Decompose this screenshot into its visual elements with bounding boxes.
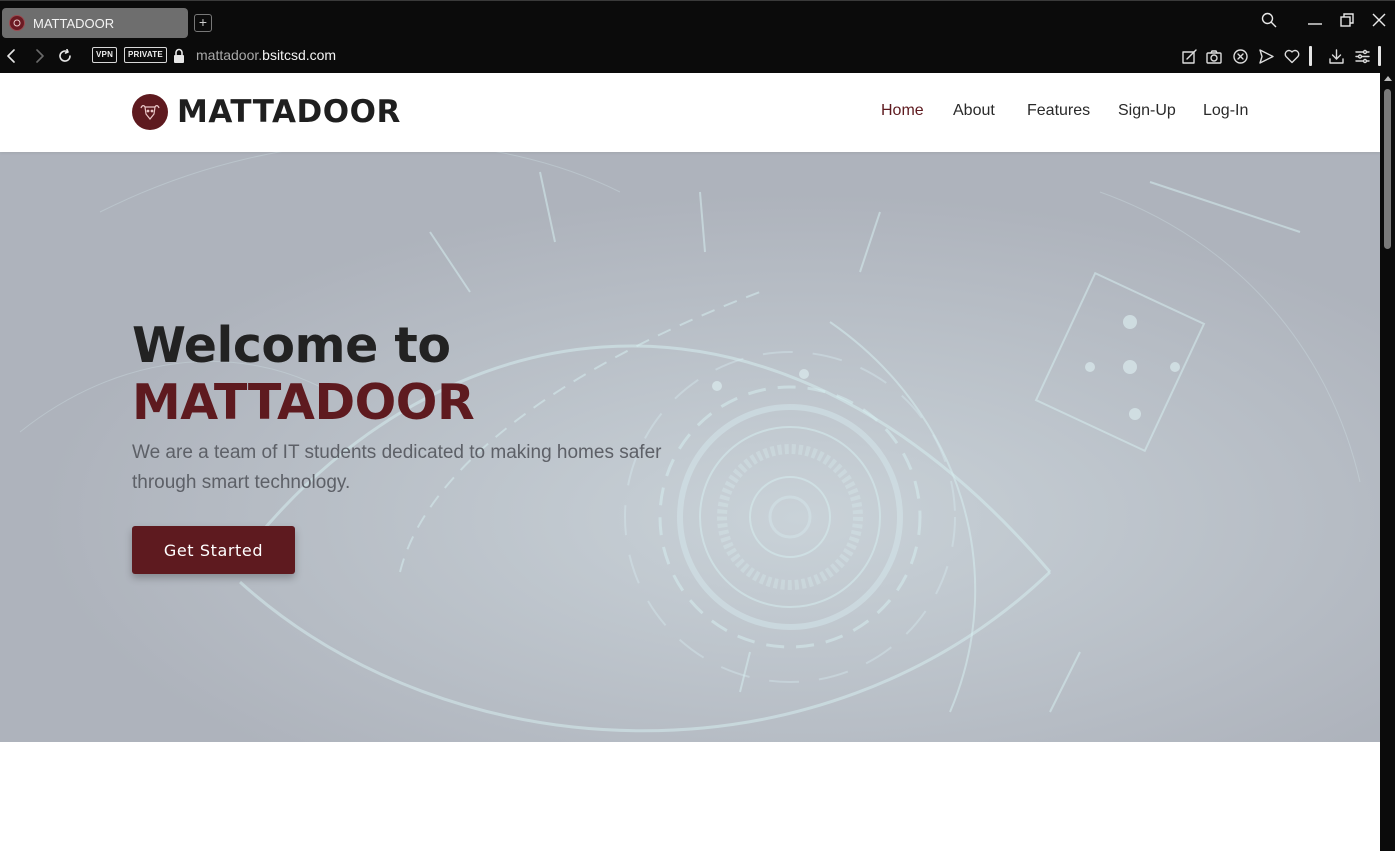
page-scrollbar[interactable] (1380, 73, 1395, 851)
easy-setup-icon[interactable] (1352, 46, 1372, 66)
browser-tab[interactable]: MATTADOOR (2, 8, 188, 38)
site-header: MATTADOOR Home About Features Sign-Up Lo… (0, 73, 1380, 152)
address-field[interactable]: mattadoor.bsitcsd.com (196, 47, 336, 63)
browser-toolbar: VPN PRIVATE mattadoor.bsitcsd.com (0, 40, 1395, 73)
logo-bull-icon[interactable] (132, 94, 168, 130)
search-icon[interactable] (1255, 7, 1283, 33)
url-prefix: mattadoor. (196, 47, 263, 63)
nav-sign-up[interactable]: Sign-Up (1118, 102, 1176, 120)
toolbar-divider (1309, 46, 1312, 66)
shield-block-icon[interactable] (1230, 46, 1250, 66)
reload-icon[interactable] (55, 46, 75, 66)
hero-title-line1: Welcome to (132, 317, 451, 374)
scrollbar-thumb[interactable] (1384, 89, 1391, 249)
get-started-button[interactable]: Get Started (132, 526, 295, 574)
site-favicon-icon (9, 15, 25, 31)
send-icon[interactable] (1256, 46, 1276, 66)
nav-log-in[interactable]: Log-In (1203, 102, 1248, 120)
download-icon[interactable] (1326, 46, 1346, 66)
nav-home[interactable]: Home (881, 102, 924, 120)
sidebar-toggle-bar[interactable] (1378, 46, 1381, 66)
lock-icon[interactable] (172, 48, 186, 64)
forward-arrow-icon[interactable] (29, 46, 49, 66)
url-domain: bsitcsd.com (262, 47, 337, 63)
browser-tab-strip: MATTADOOR + (0, 0, 1395, 40)
minimize-icon[interactable] (1301, 7, 1329, 33)
new-tab-button[interactable]: + (194, 14, 212, 32)
hero-section: Welcome to MATTADOOR We are a team of IT… (0, 152, 1380, 742)
nav-features[interactable]: Features (1027, 102, 1090, 120)
vpn-badge[interactable]: VPN (92, 47, 118, 63)
hero-title-brand: MATTADOOR (132, 374, 475, 431)
edit-page-icon[interactable] (1179, 46, 1199, 66)
camera-icon[interactable] (1204, 46, 1224, 66)
private-badge[interactable]: PRIVATE (124, 47, 167, 63)
hero-subtitle: We are a team of IT students dedicated t… (132, 442, 662, 493)
site-logo-text[interactable]: MATTADOOR (177, 94, 401, 130)
restore-icon[interactable] (1333, 7, 1361, 33)
close-icon[interactable] (1365, 7, 1393, 33)
scroll-up-arrow-icon[interactable] (1384, 76, 1392, 81)
back-arrow-icon[interactable] (2, 46, 22, 66)
web-page: MATTADOOR Home About Features Sign-Up Lo… (0, 73, 1380, 851)
nav-about[interactable]: About (953, 102, 995, 120)
tab-title: MATTADOOR (33, 15, 115, 31)
heart-icon[interactable] (1282, 46, 1302, 66)
